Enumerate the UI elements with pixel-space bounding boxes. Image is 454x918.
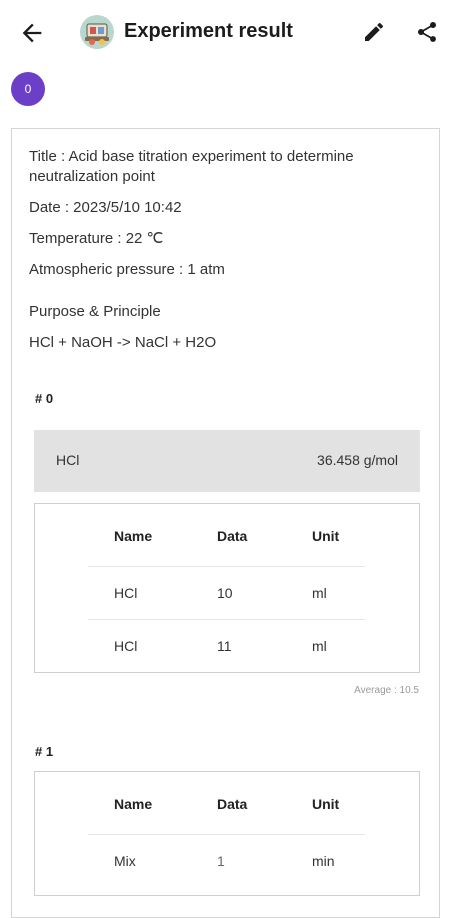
table-header-name: Name <box>114 528 153 544</box>
table-cell: HCl <box>114 585 138 601</box>
chemical-name: HCl <box>56 452 80 468</box>
table-cell: 1 <box>217 853 225 869</box>
chemical-molar-mass: 36.458 g/mol <box>317 452 398 468</box>
average-value: Average : 10.5 <box>354 685 419 696</box>
chemical-bar: HCl 36.458 g/mol <box>34 430 420 492</box>
experiment-temperature: Temperature : 22 ℃ <box>29 230 164 247</box>
share-icon[interactable] <box>415 20 439 44</box>
pencil-icon[interactable] <box>362 20 386 44</box>
experiment-pressure: Atmospheric pressure : 1 atm <box>29 261 225 278</box>
app-bar: Experiment result <box>0 0 454 64</box>
page-title: Experiment result <box>124 20 293 42</box>
experiment-title-line1: Title : Acid base titration experiment t… <box>29 148 354 165</box>
purpose-text: HCl + NaOH -> NaCl + H2O <box>29 334 217 351</box>
table-cell: 10 <box>217 585 233 601</box>
data-table-0: Name Data Unit HCl 10 ml HCl 11 ml <box>34 503 420 673</box>
purpose-label: Purpose & Principle <box>29 303 161 320</box>
table-header-unit: Unit <box>312 528 340 544</box>
data-table-1: Name Data Unit Mix 1 min <box>34 771 420 896</box>
section-label-1: # 1 <box>35 744 54 759</box>
table-header-name: Name <box>114 796 153 812</box>
table-cell: ml <box>312 638 327 654</box>
table-header-unit: Unit <box>312 796 340 812</box>
row-divider <box>88 566 365 567</box>
lab-app-icon <box>80 15 114 49</box>
experiment-date: Date : 2023/5/10 10:42 <box>29 199 182 216</box>
table-cell: 11 <box>217 638 232 654</box>
table-cell: min <box>312 853 335 869</box>
table-cell: HCl <box>114 638 138 654</box>
table-header-data: Data <box>217 796 248 812</box>
section-label-0: # 0 <box>35 391 54 406</box>
row-divider <box>88 834 365 835</box>
table-cell: Mix <box>114 853 136 869</box>
experiment-title-line2: neutralization point <box>29 168 155 185</box>
table-cell: ml <box>312 585 327 601</box>
table-header-data: Data <box>217 528 248 544</box>
count-badge[interactable]: 0 <box>11 72 45 106</box>
row-divider <box>88 619 365 620</box>
arrow-back-icon[interactable] <box>18 19 46 47</box>
experiment-title: Title : Acid base titration experiment t… <box>29 147 354 187</box>
